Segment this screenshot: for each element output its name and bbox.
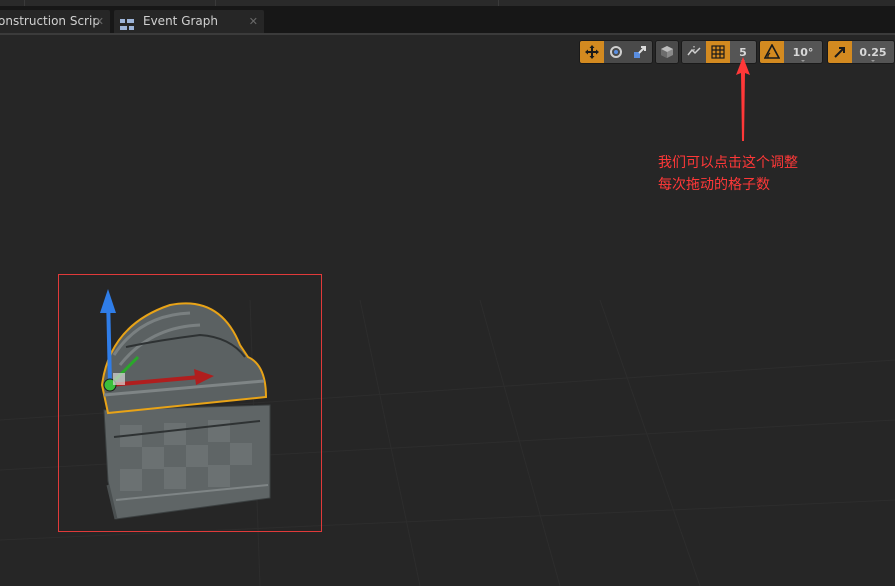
- tab-event-graph-label: Event Graph: [143, 14, 218, 28]
- translate-mode-button[interactable]: [580, 41, 604, 63]
- chevron-down-icon: [801, 60, 805, 62]
- tab-event-graph[interactable]: Event Graph ✕: [114, 10, 264, 33]
- annotation-arrow: [736, 57, 750, 141]
- surface-snap-button[interactable]: [682, 41, 706, 63]
- close-icon[interactable]: ✕: [95, 10, 104, 33]
- event-graph-icon: [120, 16, 134, 30]
- scale-icon: [634, 46, 646, 58]
- angle-icon: [764, 44, 780, 59]
- tab-construction-script-label: onstruction Scrip: [0, 14, 100, 28]
- scale-snap-value: 0.25: [859, 45, 887, 59]
- tab-construction-script[interactable]: onstruction Scrip ✕: [0, 10, 110, 33]
- scale-snap-group: 0.25: [827, 40, 895, 64]
- grid-snap-toggle-button[interactable]: [706, 41, 730, 63]
- editor-tab-bar: onstruction Scrip ✕ Event Graph ✕: [0, 6, 895, 35]
- coordinate-space-group: [655, 40, 679, 64]
- rotation-snap-group: 10°: [759, 40, 823, 64]
- cube-icon: [661, 46, 673, 58]
- scale-mode-button[interactable]: [628, 41, 652, 63]
- move-arrows-icon: [585, 45, 599, 59]
- annotation-line-1: 我们可以点击这个调整: [658, 155, 798, 171]
- annotation-text: 我们可以点击这个调整 每次拖动的格子数: [658, 152, 798, 196]
- rotate-icon: [610, 46, 622, 58]
- grid-icon: [711, 45, 725, 59]
- scale-arrow-icon: [834, 47, 845, 58]
- rotate-mode-button[interactable]: [604, 41, 628, 63]
- annotation-line-2: 每次拖动的格子数: [658, 177, 770, 193]
- world-local-toggle-button[interactable]: [656, 41, 678, 63]
- surface-snap-icon: [687, 46, 701, 56]
- treasure-chest-actor[interactable]: [80, 285, 320, 525]
- scale-snap-toggle-button[interactable]: [828, 41, 852, 63]
- rotation-snap-value: 10°: [792, 45, 814, 59]
- scale-snap-value-dropdown[interactable]: 0.25: [852, 41, 894, 63]
- chevron-down-icon: [871, 60, 875, 62]
- rotation-snap-toggle-button[interactable]: [760, 41, 784, 63]
- rotation-snap-value-dropdown[interactable]: 10°: [784, 41, 822, 63]
- close-icon[interactable]: ✕: [249, 10, 258, 33]
- transform-mode-group: [579, 40, 653, 64]
